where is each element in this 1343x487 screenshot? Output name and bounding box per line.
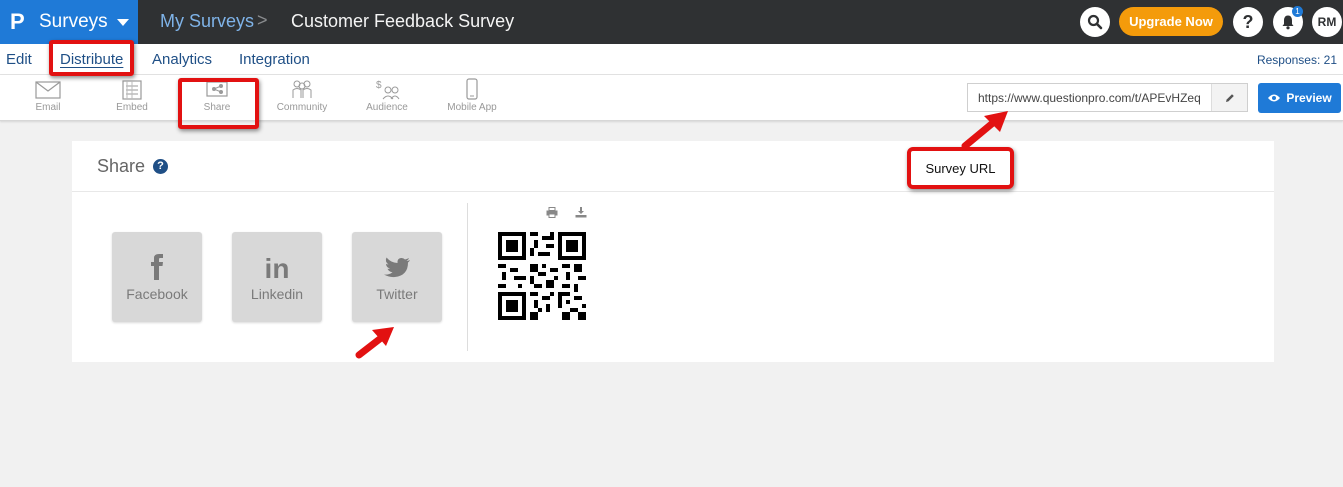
download-icon[interactable]: [575, 207, 587, 218]
share-linkedin-button[interactable]: in Linkedin: [232, 232, 322, 322]
share-linkedin-label: Linkedin: [250, 286, 304, 302]
search-button[interactable]: [1080, 7, 1110, 37]
toolbar-item-mobile-app[interactable]: Mobile App: [437, 77, 507, 119]
notification-badge: 1: [1292, 6, 1303, 17]
audience-icon: $: [376, 80, 400, 100]
tab-analytics[interactable]: Analytics: [152, 51, 212, 68]
distribute-tab-highlight: [49, 40, 134, 76]
share-panel-header: Share ?: [72, 141, 1274, 192]
bell-icon: [1282, 15, 1294, 30]
responses-count[interactable]: Responses: 21: [1257, 53, 1337, 67]
print-icon[interactable]: [546, 207, 558, 218]
user-avatar[interactable]: RM: [1312, 7, 1342, 37]
caret-down-icon: [116, 18, 129, 26]
survey-title: Customer Feedback Survey: [291, 11, 515, 31]
toolbar-item-email[interactable]: Email: [13, 77, 83, 119]
envelope-icon: [35, 81, 61, 99]
share-facebook-label: Facebook: [126, 286, 188, 302]
svg-text:in: in: [265, 253, 290, 282]
tab-edit[interactable]: Edit: [6, 51, 32, 68]
breadcrumb-my-surveys[interactable]: My Surveys: [160, 11, 254, 32]
twitter-arrow-icon: [355, 327, 394, 359]
toolbar-label: Email: [35, 102, 61, 113]
qr-toolbar: [546, 207, 587, 218]
product-switcher[interactable]: P Surveys: [0, 0, 138, 44]
toolbar-label: Community: [276, 102, 328, 113]
svg-text:$: $: [376, 80, 382, 91]
survey-url-callout: Survey URL: [907, 147, 1014, 189]
help-icon[interactable]: ?: [153, 158, 169, 174]
pencil-icon: [1225, 93, 1234, 102]
search-icon: [1087, 14, 1103, 30]
community-icon: [292, 80, 312, 98]
share-panel: Share ? Facebook in Linkedin Twitter: [72, 141, 1274, 362]
toolbar-label: Mobile App: [447, 102, 497, 113]
share-facebook-button[interactable]: Facebook: [112, 232, 202, 322]
product-name: Surveys: [39, 11, 108, 32]
eye-icon: [1268, 94, 1281, 102]
toolbar-item-audience[interactable]: $ Audience: [352, 77, 422, 119]
edit-url-button[interactable]: [1211, 84, 1247, 111]
share-twitter-label: Twitter: [376, 286, 418, 302]
top-bar: P Surveys My Surveys > Customer Feedback…: [0, 0, 1343, 44]
twitter-icon: [384, 257, 410, 278]
survey-url-text[interactable]: https://www.questionpro.com/t/APEvHZeq: [968, 84, 1211, 111]
breadcrumb-separator: >: [257, 10, 268, 30]
help-icon: ?: [1242, 11, 1254, 32]
upgrade-now-button[interactable]: Upgrade Now: [1119, 7, 1223, 36]
preview-label: Preview: [1286, 91, 1332, 105]
callout-arrow-icon: [961, 111, 1008, 150]
embed-icon: [122, 80, 142, 100]
facebook-icon: [151, 254, 163, 280]
help-button[interactable]: ?: [1233, 7, 1263, 37]
survey-nav: Edit Distribute Analytics Integration Re…: [0, 44, 1343, 75]
questionpro-logo-icon: P: [10, 9, 25, 34]
preview-button[interactable]: Preview: [1258, 83, 1341, 113]
tab-integration[interactable]: Integration: [239, 51, 310, 68]
panel-divider: [467, 203, 468, 351]
toolbar-item-embed[interactable]: Embed: [97, 77, 167, 119]
avatar-initials: RM: [1317, 15, 1337, 29]
linkedin-icon: in: [265, 253, 290, 282]
qr-code-image: [498, 232, 586, 320]
toolbar-label: Audience: [366, 102, 408, 113]
toolbar-label: Embed: [116, 102, 148, 113]
mobile-icon: [466, 78, 478, 100]
share-twitter-button[interactable]: Twitter: [352, 232, 442, 322]
share-item-highlight: [178, 78, 259, 129]
share-panel-title: Share: [97, 155, 146, 176]
toolbar-item-community[interactable]: Community: [267, 77, 337, 119]
